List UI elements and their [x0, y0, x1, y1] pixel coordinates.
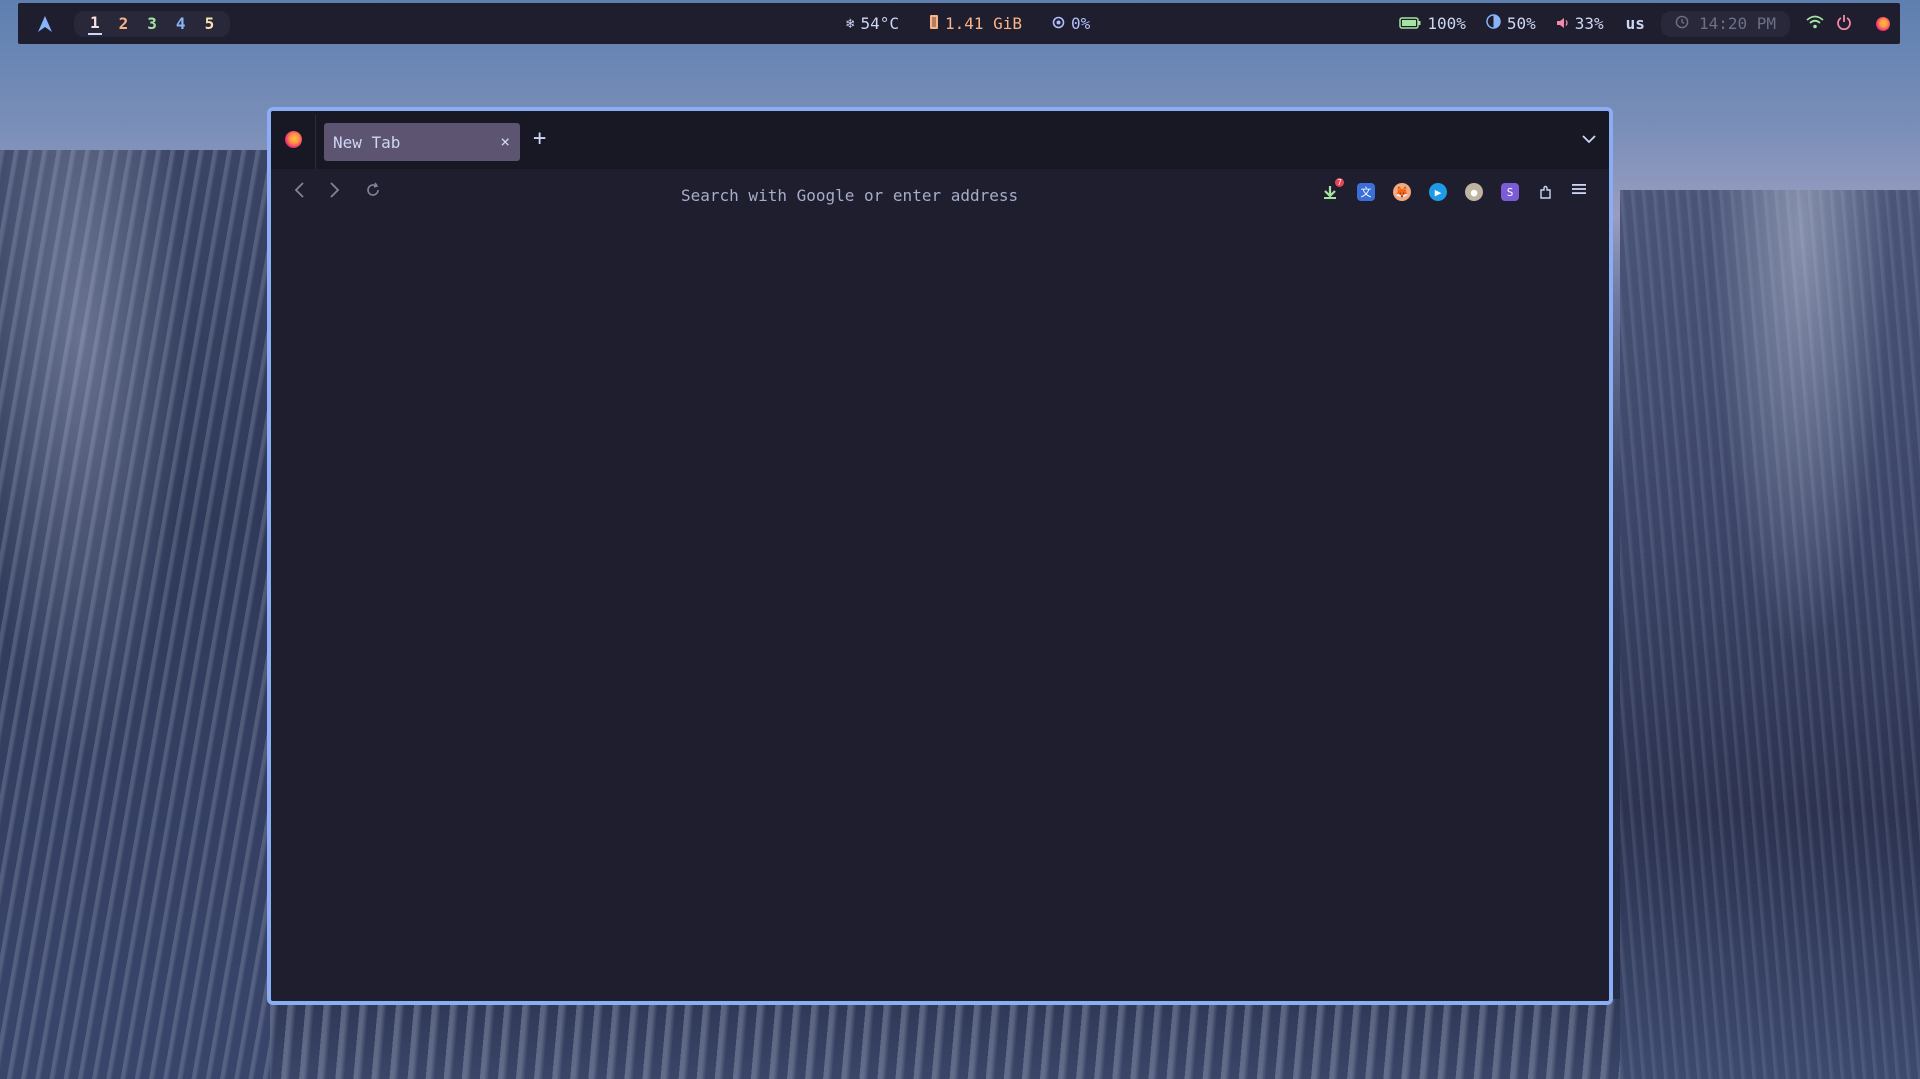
volume-widget[interactable]: 33% — [1556, 14, 1604, 33]
cpu-icon — [1052, 14, 1065, 33]
firefox-logo-icon[interactable] — [285, 131, 302, 148]
reload-button[interactable] — [365, 182, 381, 202]
brightness-value: 50% — [1506, 14, 1536, 33]
bar-center: ❄ 54°C 1.41 GiB 0% — [846, 14, 1090, 34]
extension-fox-icon[interactable]: 🦊 — [1393, 183, 1411, 201]
address-bar[interactable]: Search with Google or enter address — [681, 186, 1018, 205]
arch-logo-icon[interactable] — [36, 15, 54, 33]
temperature-widget[interactable]: ❄ 54°C — [846, 14, 899, 33]
snowflake-icon: ❄ — [846, 15, 855, 32]
memory-icon — [929, 14, 939, 34]
memory-widget[interactable]: 1.41 GiB — [929, 14, 1022, 34]
navigation-toolbar: Search with Google or enter address 7 文 … — [271, 169, 1609, 219]
extension-translate-icon[interactable]: 文 — [1357, 183, 1375, 201]
extension-download-icon[interactable]: 7 — [1321, 178, 1344, 201]
tab-strip: New Tab × + — [271, 111, 1609, 169]
workspace-switcher: 1 2 3 4 5 — [74, 10, 231, 37]
cpu-value: 0% — [1071, 14, 1091, 33]
status-bar: 1 2 3 4 5 ❄ 54°C 1.41 GiB 0% 100% 50% 33… — [18, 3, 1900, 44]
bar-left: 1 2 3 4 5 — [36, 10, 231, 37]
memory-value: 1.41 GiB — [944, 14, 1023, 33]
temperature-value: 54°C — [860, 14, 899, 33]
bar-right: 100% 50% 33% us 14:20 PM — [1399, 3, 1900, 44]
back-button[interactable] — [293, 181, 305, 203]
wifi-icon[interactable] — [1806, 14, 1824, 33]
workspace-4[interactable]: 4 — [174, 14, 188, 33]
workspace-5[interactable]: 5 — [203, 14, 217, 33]
wallpaper-forest-right — [1620, 190, 1920, 1079]
wallpaper-forest-left — [0, 150, 270, 1079]
extensions-puzzle-icon[interactable] — [1537, 183, 1555, 201]
volume-value: 33% — [1574, 14, 1604, 33]
extension-purple-icon[interactable]: S — [1501, 183, 1519, 201]
volume-icon — [1556, 14, 1569, 33]
workspace-1[interactable]: 1 — [88, 13, 102, 35]
keyboard-layout[interactable]: us — [1626, 14, 1645, 33]
wallpaper-forest-bottom — [270, 999, 1620, 1079]
battery-value: 100% — [1427, 14, 1466, 33]
tab-separator — [315, 115, 316, 169]
extension-cookie-icon[interactable]: ● — [1465, 183, 1483, 201]
clock-value: 14:20 PM — [1698, 14, 1776, 33]
clock-widget[interactable]: 14:20 PM — [1660, 10, 1790, 37]
tab-title: New Tab — [333, 132, 401, 152]
brightness-widget[interactable]: 50% — [1486, 14, 1536, 33]
extension-play-icon[interactable]: ▶ — [1429, 183, 1447, 201]
clock-icon — [1675, 14, 1689, 33]
extension-badge: 7 — [1335, 178, 1344, 187]
browser-window: New Tab × + Search with Google or enter … — [267, 107, 1613, 1005]
cpu-widget[interactable]: 0% — [1052, 14, 1090, 33]
tab-list-chevron-icon[interactable] — [1582, 129, 1596, 148]
workspace-3[interactable]: 3 — [145, 14, 159, 33]
firefox-tray-icon[interactable] — [1876, 16, 1890, 31]
battery-icon — [1399, 14, 1421, 33]
tab-new-tab[interactable]: New Tab × — [324, 123, 520, 161]
brightness-icon — [1486, 14, 1501, 33]
hamburger-menu-icon[interactable] — [1571, 181, 1587, 201]
power-icon[interactable] — [1836, 14, 1852, 34]
page-content-area — [271, 219, 1609, 1001]
tab-close-button[interactable]: × — [500, 132, 510, 151]
workspace-2[interactable]: 2 — [117, 14, 131, 33]
new-tab-button[interactable]: + — [533, 126, 546, 151]
forward-button[interactable] — [329, 181, 341, 203]
battery-widget[interactable]: 100% — [1399, 14, 1466, 33]
